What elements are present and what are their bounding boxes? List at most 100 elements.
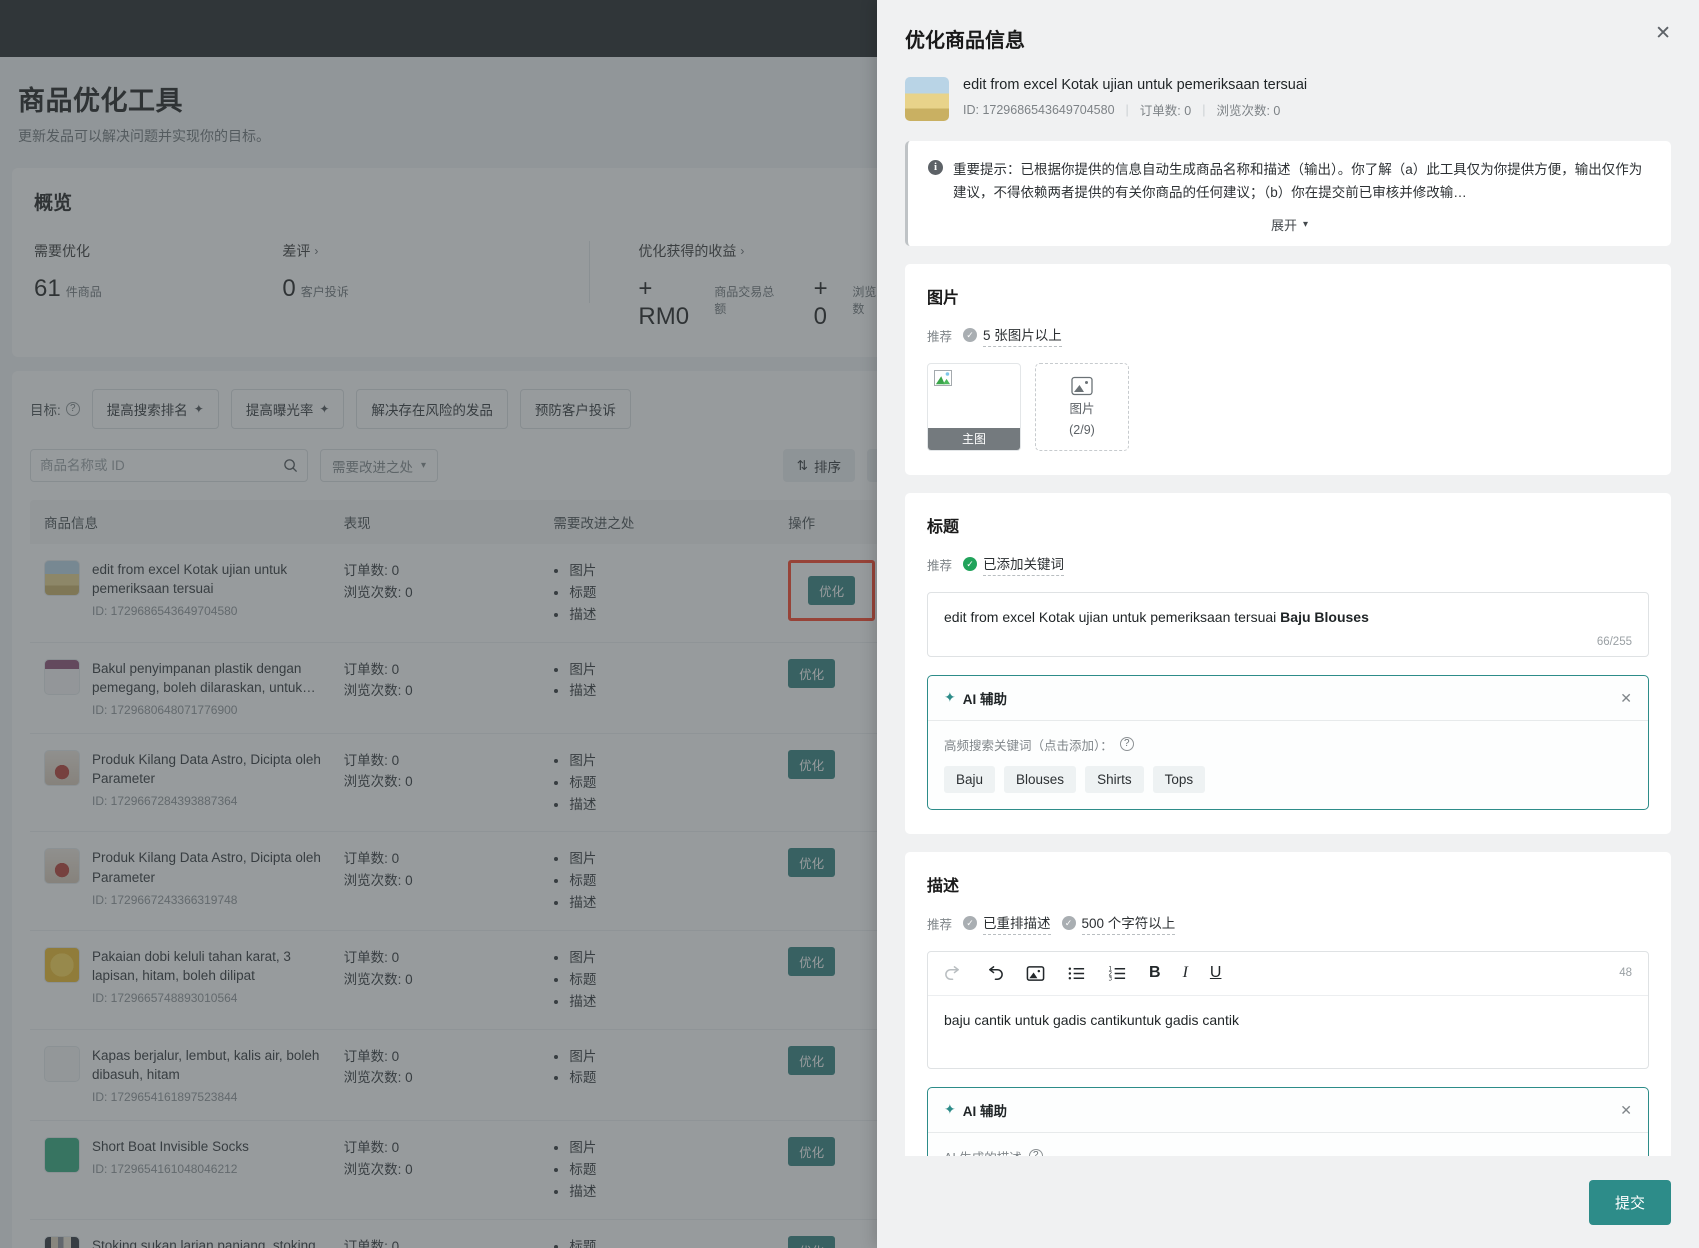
keyword-chip[interactable]: Shirts xyxy=(1085,766,1144,793)
redo-icon[interactable] xyxy=(944,964,963,983)
bold-icon[interactable]: B xyxy=(1149,964,1161,982)
bullet-list-icon[interactable] xyxy=(1067,964,1086,983)
ai-assist-body: 高频搜索关键词（点击添加）： ? Baju Blouses Shirts Tops xyxy=(928,721,1648,809)
numbered-list-icon[interactable]: 123 xyxy=(1108,964,1127,983)
earnings-gmv: + RM0 商品交易总额 xyxy=(638,275,785,331)
cell-improvements: 图片标题描述 xyxy=(553,750,788,816)
optimize-button[interactable]: 优化 xyxy=(788,1236,835,1248)
important-notice: i 重要提示：已根据你提供的信息自动生成商品名称和描述（输出）。你了解（a）此工… xyxy=(905,141,1671,246)
product-cell: Short Boat Invisible SocksID: 1729654161… xyxy=(44,1137,344,1176)
drawer-body[interactable]: i 重要提示：已根据你提供的信息自动生成商品名称和描述（输出）。你了解（a）此工… xyxy=(877,121,1699,1156)
goal-chip-label: 预防客户投诉 xyxy=(535,399,616,419)
stat-label-text: 优化获得的收益 xyxy=(638,241,736,261)
product-name: edit from excel Kotak ujian untuk pemeri… xyxy=(92,560,324,598)
cell-performance: 订单数: 0浏览次数: 0 xyxy=(344,750,554,793)
search-input[interactable] xyxy=(40,458,283,473)
close-icon[interactable]: ✕ xyxy=(1620,691,1632,705)
optimize-button[interactable]: 优化 xyxy=(788,659,835,688)
close-icon[interactable]: ✕ xyxy=(1655,24,1671,43)
product-thumbnail xyxy=(44,848,80,884)
notice-text: 重要提示：已根据你提供的信息自动生成商品名称和描述（输出）。你了解（a）此工具仅… xyxy=(953,158,1651,205)
keywords-label: 高频搜索关键词（点击添加）： xyxy=(944,735,1113,754)
add-image-button[interactable]: 图片 (2/9) xyxy=(1035,363,1129,451)
optimize-product-drawer: 优化商品信息 ✕ edit from excel Kotak ujian unt… xyxy=(877,0,1699,1248)
stat-value: 61 xyxy=(34,275,61,303)
description-section-title: 描述 xyxy=(927,872,1649,896)
issue-item: 描述 xyxy=(569,604,788,626)
main-image-slot[interactable]: 主图 xyxy=(927,363,1021,451)
submit-button[interactable]: 提交 xyxy=(1589,1180,1671,1225)
description-text-area[interactable]: baju cantik untuk gadis cantikuntuk gadi… xyxy=(928,996,1648,1068)
product-table: 商品信息 表现 需要改进之处 操作 edit from excel Kotak … xyxy=(30,500,922,1248)
stat-needs-optimization: 需要优化 61 件商品 xyxy=(34,241,282,303)
keyword-chip[interactable]: Blouses xyxy=(1004,766,1076,793)
underline-icon[interactable]: U xyxy=(1210,964,1222,982)
views-count: 浏览次数: 0 xyxy=(344,1067,554,1089)
product-orders: 订单数: 0 xyxy=(1140,100,1191,119)
background-page: 商品优化工具 更新发品可以解决问题并实现你的目标。 概览 需要优化 61 件商品 xyxy=(0,0,952,1248)
optimize-button[interactable]: 优化 xyxy=(788,848,835,877)
product-text: Short Boat Invisible SocksID: 1729654161… xyxy=(92,1137,249,1176)
ai-assist-header: ✦ AI 辅助 ✕ xyxy=(928,1088,1648,1133)
optimize-button[interactable]: 优化 xyxy=(788,1137,835,1166)
optimize-button[interactable]: 优化 xyxy=(808,576,855,605)
issue-item: 标题 xyxy=(569,1159,788,1181)
title-input-field[interactable]: edit from excel Kotak ujian untuk pemeri… xyxy=(927,592,1649,657)
product-id: ID: 1729686543649704580 xyxy=(963,103,1115,117)
drawer-footer: 提交 xyxy=(877,1156,1699,1248)
description-editor[interactable]: 123 B I U 48 baju cantik untuk gadis can… xyxy=(927,951,1649,1069)
issue-item: 图片 xyxy=(569,947,788,969)
goal-chip-exposure[interactable]: 提高曝光率 ✦ xyxy=(231,389,345,429)
product-id: ID: 1729667284393887364 xyxy=(92,794,324,808)
keyword-chip[interactable]: Tops xyxy=(1153,766,1206,793)
issue-list: 图片标题描述 xyxy=(553,750,788,816)
stat-optimization-earnings[interactable]: 优化获得的收益 › + RM0 商品交易总额 + 0 浏览次数 xyxy=(590,241,918,331)
help-icon[interactable]: ? xyxy=(1029,1149,1043,1156)
product-name: Produk Kilang Data Astro, Dicipta oleh P… xyxy=(92,848,324,886)
goal-chip-complaints[interactable]: 预防客户投诉 xyxy=(520,389,631,429)
product-text: Produk Kilang Data Astro, Dicipta oleh P… xyxy=(92,848,324,906)
chevron-right-icon: › xyxy=(314,244,318,258)
meta-separator: | xyxy=(1126,103,1129,117)
undo-icon[interactable] xyxy=(985,964,1004,983)
info-icon: i xyxy=(928,160,943,175)
generated-description-label: AI 生成的描述 xyxy=(944,1147,1022,1156)
cell-improvements: 图片标题描述 xyxy=(553,1137,788,1203)
improve-filter-select[interactable]: 需要改进之处 ▾ xyxy=(320,449,438,482)
optimize-button[interactable]: 优化 xyxy=(788,947,835,976)
help-icon[interactable]: ? xyxy=(66,402,80,416)
sort-button[interactable]: ⇅ 排序 xyxy=(783,449,855,482)
optimize-button[interactable]: 优化 xyxy=(788,750,835,779)
cell-performance: 订单数: 0浏览次数: 0 xyxy=(344,1137,554,1180)
overview-title: 概览 xyxy=(34,188,918,215)
goal-chip-label: 提高搜索排名 xyxy=(107,399,188,419)
optimize-button[interactable]: 优化 xyxy=(788,1046,835,1075)
goal-chip-search-ranking[interactable]: 提高搜索排名 ✦ xyxy=(92,389,219,429)
close-icon[interactable]: ✕ xyxy=(1620,1103,1632,1117)
recommend-label: 推荐 xyxy=(927,555,952,574)
italic-icon[interactable]: I xyxy=(1183,964,1188,982)
stat-label: 需要优化 xyxy=(34,241,264,261)
image-icon[interactable] xyxy=(1026,964,1045,983)
stat-unit: 件商品 xyxy=(66,283,102,300)
table-row: Produk Kilang Data Astro, Dicipta oleh P… xyxy=(30,832,922,931)
check-icon: ✓ xyxy=(963,557,977,571)
page-header: 商品优化工具 更新发品可以解决问题并实现你的目标。 xyxy=(0,57,952,154)
cell-performance: 订单数: 0浏览次数: 0 xyxy=(344,560,554,603)
help-icon[interactable]: ? xyxy=(1120,737,1134,751)
chevron-down-icon: ▾ xyxy=(1303,219,1308,230)
page-subtitle: 更新发品可以解决问题并实现你的目标。 xyxy=(18,126,934,146)
keyword-chip[interactable]: Baju xyxy=(944,766,995,793)
table-row: Pakaian dobi keluli tahan karat, 3 lapis… xyxy=(30,931,922,1030)
orders-count: 订单数: 0 xyxy=(344,1236,554,1248)
search-icon[interactable] xyxy=(283,458,298,473)
issue-list: 图片标题描述 xyxy=(553,848,788,914)
stat-bad-reviews[interactable]: 差评 › 0 客户投诉 xyxy=(282,241,590,303)
ai-assist-heading: AI 辅助 xyxy=(963,688,1007,708)
ai-assist-title: ✦ AI 辅助 xyxy=(944,688,1007,708)
description-recommendation-1: ✓ 已重排描述 xyxy=(963,912,1051,935)
goal-chip-risk[interactable]: 解决存在风险的发品 xyxy=(356,389,508,429)
title-ai-assist-box: ✦ AI 辅助 ✕ 高频搜索关键词（点击添加）： ? Baju Blouses Sh… xyxy=(927,675,1649,810)
expand-notice-button[interactable]: 展开 ▾ xyxy=(928,215,1651,234)
search-box[interactable] xyxy=(30,449,308,482)
